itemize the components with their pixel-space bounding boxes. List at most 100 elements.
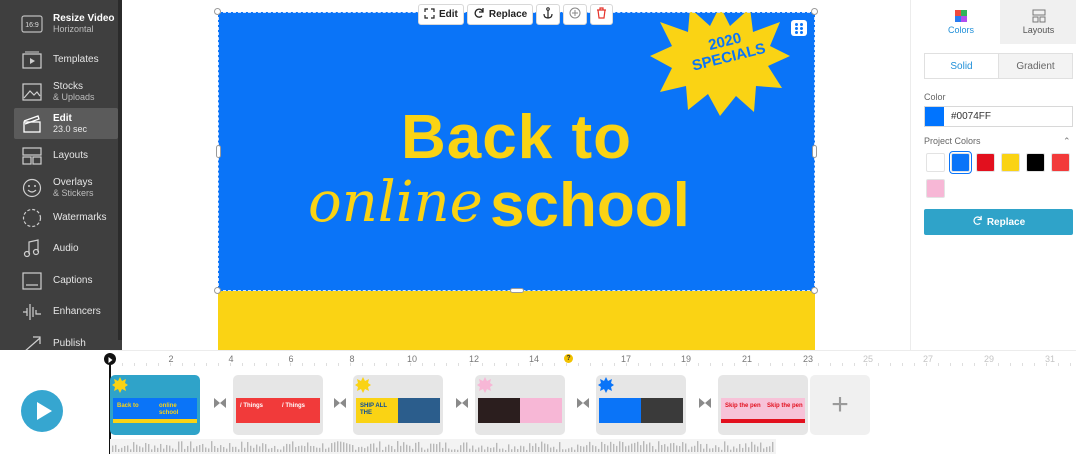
edit-button[interactable]: Edit	[418, 4, 464, 25]
waveform-bar	[586, 445, 588, 452]
gradient-option[interactable]: Gradient	[999, 54, 1072, 78]
sidebar-item-stocks-uploads[interactable]: Stocks & Uploads	[0, 76, 118, 107]
resize-handle[interactable]	[510, 288, 524, 293]
timeline-clip[interactable]	[475, 375, 565, 435]
anchor-button[interactable]	[536, 4, 561, 25]
ruler-tick-label: 10	[406, 354, 418, 364]
waveform-bar	[217, 447, 219, 452]
waveform-bar	[265, 444, 267, 452]
delete-button[interactable]	[590, 4, 614, 25]
grid-dot	[800, 31, 803, 34]
tab-layouts[interactable]: Layouts	[1000, 0, 1076, 44]
video-canvas[interactable]: Back to online school 2020 SPECIALS	[218, 12, 815, 291]
timeline-clip[interactable]: Skip the pen Skip the pen	[718, 375, 808, 435]
sidebar-item-edit[interactable]: Edit 23.0 sec	[14, 108, 118, 139]
sidebar-item-label: Captions	[53, 275, 93, 286]
waveform-bar	[583, 446, 585, 452]
color-preview-chip[interactable]	[925, 107, 944, 126]
waveform-bar	[745, 443, 747, 452]
sidebar-item-resize-video[interactable]: 16:9 Resize Video Horizontal	[0, 8, 118, 39]
replace-button[interactable]: Replace	[466, 4, 534, 25]
element-toolbar: Edit Replace	[418, 4, 614, 26]
timeline-clip[interactable]: SHIP ALL THE	[353, 375, 443, 435]
transition-icon[interactable]	[577, 397, 589, 409]
waveform-bar	[673, 442, 675, 452]
sidebar-item-enhancers[interactable]: Enhancers	[0, 296, 118, 327]
waveform-bar	[457, 449, 459, 452]
headline-online[interactable]: online	[308, 170, 483, 235]
project-colors-label: Project Colors	[924, 136, 981, 146]
timeline-clip[interactable]	[596, 375, 686, 435]
transition-icon[interactable]	[334, 397, 346, 409]
resize-handle[interactable]	[214, 8, 221, 15]
ruler-tick	[614, 363, 615, 366]
ruler-tick	[1010, 363, 1011, 366]
canvas-bottom-band[interactable]	[218, 291, 815, 350]
waveform-bar	[397, 441, 399, 452]
color-swatch[interactable]	[926, 153, 945, 172]
headline-school[interactable]: school	[490, 170, 690, 241]
color-swatch[interactable]	[1051, 153, 1070, 172]
play-button[interactable]	[21, 390, 63, 432]
layouts-icon	[21, 146, 43, 166]
sidebar-item-templates[interactable]: Templates	[0, 44, 118, 75]
resize-handle[interactable]	[214, 287, 221, 294]
effects-button[interactable]	[563, 4, 588, 25]
audio-waveform-track[interactable]	[110, 439, 776, 454]
replace-color-button[interactable]: Replace	[924, 209, 1073, 235]
time-ruler[interactable]: 2 4 6 8 10 12 14 17 19 21 23 25 27 29 31	[110, 350, 1076, 366]
tab-layouts-label: Layouts	[1022, 25, 1055, 35]
sidebar-item-layouts[interactable]: Layouts	[0, 140, 118, 171]
sidebar-item-overlays-stickers[interactable]: Overlays & Stickers	[0, 172, 118, 203]
playhead-handle[interactable]	[104, 353, 116, 365]
waveform-bar	[193, 448, 195, 452]
waveform-bar	[202, 443, 204, 452]
tab-colors[interactable]: Colors	[923, 0, 999, 44]
grid-menu-button[interactable]	[791, 20, 807, 36]
waveform-bar	[514, 446, 516, 452]
waveform-bar	[343, 442, 345, 452]
waveform-bar	[172, 448, 174, 452]
timeline-clip[interactable]: / Things / Things	[233, 375, 323, 435]
color-swatch[interactable]	[976, 153, 995, 172]
ruler-tick	[242, 363, 243, 366]
waveform-bar	[742, 447, 744, 452]
chevron-up-icon[interactable]: ⌃	[1063, 136, 1071, 147]
ruler-tick	[674, 363, 675, 366]
waveform-bar	[433, 443, 435, 452]
waveform-bar	[754, 444, 756, 452]
waveform-bar	[721, 449, 723, 452]
color-swatch[interactable]	[1001, 153, 1020, 172]
color-swatch[interactable]	[949, 151, 972, 174]
resize-handle[interactable]	[216, 145, 221, 158]
sidebar-item-publish[interactable]: Publish	[0, 328, 118, 352]
sidebar-item-watermarks[interactable]: Watermarks	[0, 202, 118, 233]
transition-icon[interactable]	[456, 397, 468, 409]
solid-option[interactable]: Solid	[925, 54, 999, 78]
timeline-clip[interactable]: Back to online school	[110, 375, 200, 435]
ruler-tick	[698, 363, 699, 366]
music-note-icon	[21, 238, 43, 259]
resize-handle[interactable]	[811, 287, 818, 294]
timeline-marker[interactable]: ?	[564, 354, 573, 363]
resize-handle[interactable]	[812, 145, 817, 158]
waveform-bar	[769, 446, 771, 452]
waveform-bar	[670, 443, 672, 452]
color-hex-field[interactable]: #0074FF	[924, 106, 1073, 127]
waveform-bar	[511, 449, 513, 452]
clip-frame: online school	[155, 398, 197, 423]
transition-icon[interactable]	[214, 397, 226, 409]
sidebar-item-captions[interactable]: Captions	[0, 265, 118, 296]
clip-frame-title: SHIP ALL THE	[360, 403, 387, 416]
ruler-tick	[602, 363, 603, 366]
waveform-bar	[358, 447, 360, 452]
color-swatch[interactable]	[926, 179, 945, 198]
waveform-bar	[739, 444, 741, 452]
transition-icon[interactable]	[699, 397, 711, 409]
waveform-bar	[493, 447, 495, 452]
waveform-bar	[154, 445, 156, 452]
sidebar-item-audio[interactable]: Audio	[0, 233, 118, 264]
add-clip-button[interactable]: +	[810, 375, 870, 435]
resize-handle[interactable]	[811, 8, 818, 15]
color-swatch[interactable]	[1026, 153, 1045, 172]
